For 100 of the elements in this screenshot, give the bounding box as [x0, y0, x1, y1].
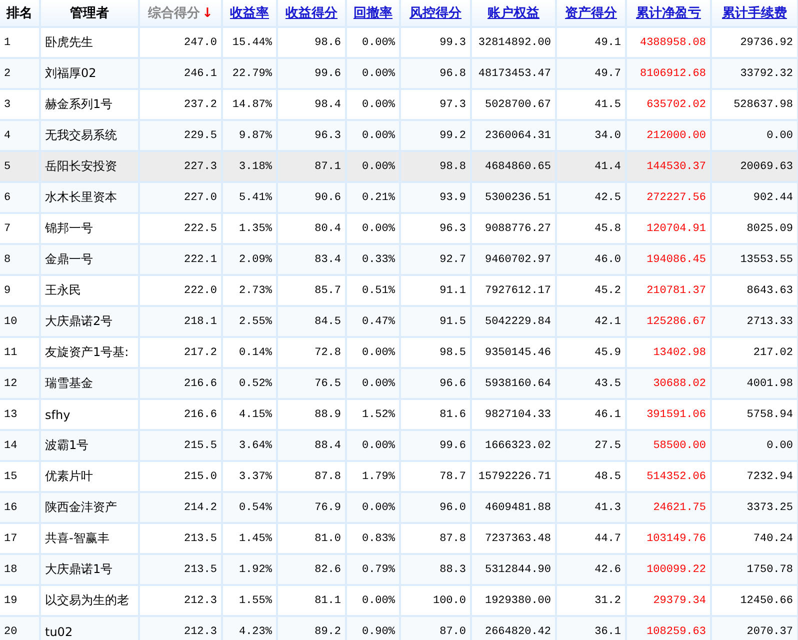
column-header: 排名 [6, 6, 32, 21]
table-cell: 92.7 [440, 254, 466, 266]
table-cell: 2070.37 [746, 626, 793, 638]
table-cell: 100099.22 [646, 564, 706, 576]
table-cell: 9350145.46 [484, 346, 551, 358]
table-cell: 0.00% [362, 68, 395, 80]
table-cell: 1.35% [238, 222, 272, 234]
column-header: 管理者 [70, 6, 109, 21]
table-cell: 0.00% [362, 36, 395, 48]
table-cell: 194086.45 [646, 254, 706, 266]
table-cell: 72.8 [314, 346, 341, 358]
table-row[interactable]: 6 水木长里资本 227.0 5.41% 90.6 0.21% 93.9 5300236.51 42.5 272227.56 902.44 [0, 182, 798, 213]
table-cell: 0.90% [362, 626, 395, 638]
table-cell: 218.1 [184, 316, 217, 328]
table-row[interactable]: 7 锦邦一号 222.5 1.35% 80.4 0.00% 96.3 9088776.27 45.8 120704.91 8025.09 [0, 213, 798, 244]
table-row[interactable]: 5 岳阳长安投资 227.3 3.18% 87.1 0.00% 98.8 4684860.65 41.4 144530.37 20069.63 [0, 151, 798, 182]
table-cell: 90.6 [314, 192, 341, 204]
table-cell: 247.0 [184, 36, 217, 48]
name-cell: 水木长里资本 [45, 190, 117, 204]
table-cell: 7927612.17 [484, 284, 551, 296]
table-cell: 100.0 [432, 594, 466, 606]
table-cell: 217.02 [753, 346, 793, 358]
table-cell: 98.5 [440, 346, 466, 358]
table-cell: 41.4 [594, 160, 621, 172]
rank-cell: 18 [4, 564, 18, 576]
table-cell: 13553.55 [740, 254, 793, 266]
table-cell: 0.21% [362, 192, 395, 204]
rank-cell: 14 [4, 440, 18, 452]
table-cell: 20069.63 [740, 160, 793, 172]
table-cell: 76.9 [314, 502, 341, 514]
rank-cell: 20 [4, 626, 18, 638]
table-cell: 46.1 [594, 408, 621, 420]
table-cell: 1929380.00 [484, 594, 551, 606]
table-row[interactable]: 2 刘福厚02 246.1 22.79% 99.6 0.00% 96.8 48173453.47 49.7 8106912.68 33792.32 [0, 58, 798, 89]
table-row[interactable]: 8 金鼎一号 222.1 2.09% 83.4 0.33% 92.7 9460702.97 46.0 194086.45 13553.55 [0, 244, 798, 275]
table-cell: 58500.00 [653, 440, 706, 452]
table-cell: 2.73% [238, 284, 272, 296]
table-row[interactable]: 10 大庆鼎诺2号 218.1 2.55% 84.5 0.47% 91.5 5042229.84 42.1 125286.67 2713.33 [0, 306, 798, 337]
table-row[interactable]: 20 tu02 212.3 4.23% 89.2 0.90% 87.0 2664820.42 36.1 108259.63 2070.37 [0, 616, 798, 640]
table-row[interactable]: 16 陕西金沣资产 214.2 0.54% 76.9 0.00% 96.0 4609481.88 41.3 24621.75 3373.25 [0, 492, 798, 523]
table-cell: 29736.92 [740, 36, 793, 48]
table-cell: 12450.66 [740, 594, 793, 606]
table-cell: 4684860.65 [484, 160, 551, 172]
table-row[interactable]: 17 共喜-智赢丰 213.5 1.45% 81.0 0.83% 87.8 7237363.48 44.7 103149.76 740.24 [0, 523, 798, 554]
table-cell: 1.52% [362, 408, 395, 420]
table-cell: 125286.67 [646, 316, 706, 328]
table-cell: 212.3 [184, 594, 217, 606]
table-cell: 0.00 [766, 130, 793, 142]
table-cell: 222.0 [184, 284, 217, 296]
table-cell: 8643.63 [746, 284, 793, 296]
table-cell: 96.3 [314, 130, 341, 142]
table-cell: 31.2 [594, 594, 621, 606]
table-cell: 0.00% [362, 222, 395, 234]
table-cell: 45.2 [594, 284, 621, 296]
table-cell: 44.7 [594, 532, 621, 544]
table-cell: 213.5 [184, 532, 217, 544]
name-cell: sfhy [45, 408, 70, 422]
table-row[interactable]: 18 大庆鼎诺1号 213.5 1.92% 82.6 0.79% 88.3 5312844.90 42.6 100099.22 1750.78 [0, 554, 798, 585]
table-row[interactable]: 3 赫金系列1号 237.2 14.87% 98.4 0.00% 97.3 5028700.67 41.5 635702.02 528637.98 [0, 89, 798, 120]
table-cell: 82.6 [314, 564, 341, 576]
table-row[interactable]: 14 波霸1号 215.5 3.64% 88.4 0.00% 99.6 1666323.02 27.5 58500.00 0.00 [0, 430, 798, 461]
name-cell: 波霸1号 [45, 438, 89, 452]
table-cell: 15.44% [232, 36, 272, 48]
table-cell: 88.3 [440, 564, 466, 576]
table-row[interactable]: 1 卧虎先生 247.0 15.44% 98.6 0.00% 99.3 32814892.00 49.1 4388958.08 29736.92 [0, 27, 798, 58]
rank-cell: 5 [4, 160, 11, 172]
table-cell: 514352.06 [646, 470, 706, 482]
table-row[interactable]: 9 王永民 222.0 2.73% 85.7 0.51% 91.1 7927612.17 45.2 210781.37 8643.63 [0, 275, 798, 306]
table-row[interactable]: 11 友旋资产1号基: 217.2 0.14% 72.8 0.00% 98.5 9350145.46 45.9 13402.98 217.02 [0, 337, 798, 368]
table-cell: 144530.37 [646, 160, 706, 172]
table-cell: 98.8 [440, 160, 466, 172]
table-row[interactable]: 13 sfhy 216.6 4.15% 88.9 1.52% 81.6 9827104.33 46.1 391591.06 5758.94 [0, 399, 798, 430]
table-row[interactable]: 4 无我交易系统 229.5 9.87% 96.3 0.00% 99.2 2360064.31 34.0 212000.00 0.00 [0, 120, 798, 151]
name-cell: 优素片叶 [45, 469, 93, 483]
table-cell: 33792.32 [740, 68, 793, 80]
table-cell: 13402.98 [653, 346, 706, 358]
name-cell: 大庆鼎诺2号 [45, 314, 113, 328]
table-row[interactable]: 12 瑞雪基金 216.6 0.52% 76.5 0.00% 96.6 5938160.64 43.5 30688.02 4001.98 [0, 368, 798, 399]
table-cell: 1666323.02 [484, 440, 551, 452]
table-cell: 0.00% [362, 346, 395, 358]
table-cell: 97.3 [440, 98, 466, 110]
table-row[interactable]: 15 优素片叶 215.0 3.37% 87.8 1.79% 78.7 15792226.71 48.5 514352.06 7232.94 [0, 461, 798, 492]
table-cell: 43.5 [594, 378, 621, 390]
table-cell: 24621.75 [653, 502, 706, 514]
table-cell: 108259.63 [646, 626, 706, 638]
table-cell: 1.55% [238, 594, 272, 606]
table-cell: 99.6 [440, 440, 466, 452]
table-cell: 4388958.08 [640, 36, 706, 48]
name-cell: 共喜-智赢丰 [45, 531, 110, 545]
table-cell: 0.00% [362, 130, 395, 142]
table-cell: 222.1 [184, 254, 217, 266]
table-cell: 214.2 [184, 502, 217, 514]
table-cell: 0.00% [362, 594, 395, 606]
table-cell: 272227.56 [646, 192, 706, 204]
rank-cell: 4 [4, 130, 11, 142]
table-cell: 0.52% [238, 378, 272, 390]
table-cell: 391591.06 [646, 408, 706, 420]
table-row[interactable]: 19 以交易为生的老 212.3 1.55% 81.1 0.00% 100.0 1929380.00 31.2 29379.34 12450.66 [0, 585, 798, 616]
table-cell: 5758.94 [746, 408, 793, 420]
table-cell: 9827104.33 [484, 408, 551, 420]
